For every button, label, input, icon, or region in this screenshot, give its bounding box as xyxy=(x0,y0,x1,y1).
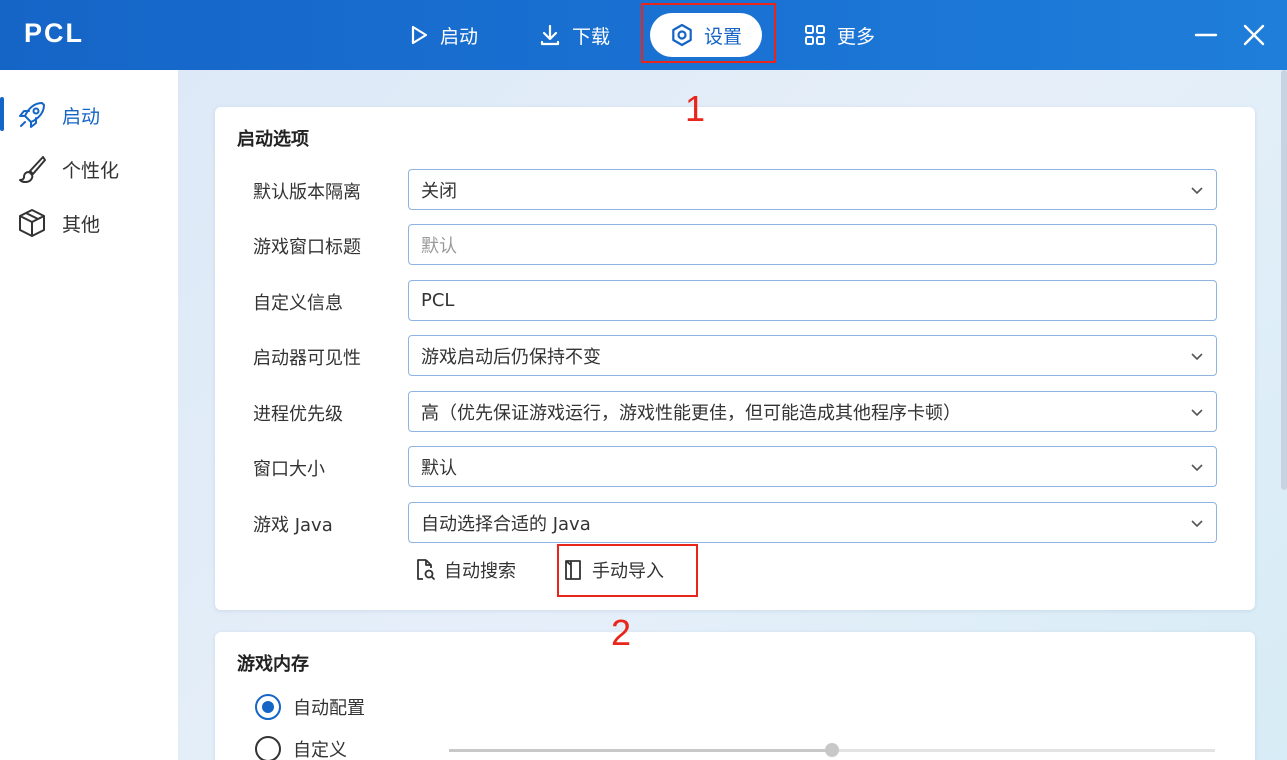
nav-launch-label: 启动 xyxy=(440,25,479,48)
sidebar-item-label: 启动 xyxy=(62,105,101,128)
radio-label: 自定义 xyxy=(293,740,347,760)
auto-search-label: 自动搜索 xyxy=(444,561,516,582)
brush-icon xyxy=(19,156,46,184)
nav-more[interactable]: 更多 xyxy=(803,11,875,59)
nav-download-label: 下载 xyxy=(572,25,611,48)
nav-download[interactable]: 下载 xyxy=(538,11,610,59)
grid-icon xyxy=(805,25,825,45)
chevron-down-icon xyxy=(1191,464,1203,472)
field-value: PCL xyxy=(421,290,455,311)
memory-custom-radio[interactable]: 自定义 xyxy=(255,736,347,760)
app-logo: PCL xyxy=(24,18,84,48)
row-label: 窗口大小 xyxy=(253,459,325,480)
sidebar-item-launch[interactable]: 启动 xyxy=(0,92,178,138)
annotation-number-2: 2 xyxy=(611,612,632,653)
annotation-box-2 xyxy=(557,544,698,597)
memory-slider[interactable] xyxy=(449,743,1215,757)
field-value: 游戏启动后仍保持不变 xyxy=(421,346,601,368)
play-icon xyxy=(411,25,428,45)
row-label: 启动器可见性 xyxy=(253,348,361,369)
slider-fill xyxy=(449,749,832,752)
scrollbar[interactable] xyxy=(1281,70,1287,490)
slider-thumb[interactable] xyxy=(825,743,839,757)
card-title: 游戏内存 xyxy=(237,654,309,675)
custom-info-input[interactable]: PCL xyxy=(408,280,1217,321)
memory-auto-radio[interactable]: 自动配置 xyxy=(255,694,365,720)
radio-circle xyxy=(255,736,281,760)
launcher-visibility-select[interactable]: 游戏启动后仍保持不变 xyxy=(408,335,1217,376)
close-button[interactable] xyxy=(1239,20,1269,50)
java-select[interactable]: 自动选择合适的 Java xyxy=(408,502,1217,543)
version-isolation-select[interactable]: 关闭 xyxy=(408,169,1217,210)
annotation-number-1: 1 xyxy=(685,88,706,129)
field-value: 高（优先保证游戏运行，游戏性能更佳，但可能造成其他程序卡顿） xyxy=(421,402,961,424)
row-label: 默认版本隔离 xyxy=(253,182,361,203)
row-label: 游戏窗口标题 xyxy=(253,237,361,258)
close-icon xyxy=(1243,24,1265,46)
sidebar: 启动 个性化 其他 xyxy=(0,70,178,760)
row-label: 进程优先级 xyxy=(253,404,343,425)
window-size-select[interactable]: 默认 xyxy=(408,446,1217,487)
field-placeholder: 默认 xyxy=(421,235,457,257)
radio-label: 自动配置 xyxy=(293,698,365,719)
download-icon xyxy=(540,24,560,46)
main-content: 启动选项 默认版本隔离 关闭 游戏窗口标题 默认 自定义信息 PCL 启动器可见… xyxy=(178,70,1287,760)
chevron-down-icon xyxy=(1191,187,1203,195)
minimize-icon xyxy=(1194,33,1218,37)
nav-launch[interactable]: 启动 xyxy=(408,11,478,59)
annotation-box-1 xyxy=(641,3,776,63)
field-value: 自动选择合适的 Java xyxy=(421,513,591,535)
row-label: 游戏 Java xyxy=(253,515,333,536)
field-value: 关闭 xyxy=(421,180,457,202)
row-label: 自定义信息 xyxy=(253,293,343,314)
sidebar-item-other[interactable]: 其他 xyxy=(0,200,178,246)
radio-circle xyxy=(255,694,281,720)
rocket-icon xyxy=(19,102,45,128)
memory-card: 游戏内存 自动配置 自定义 xyxy=(215,632,1255,760)
sidebar-item-personalize[interactable]: 个性化 xyxy=(0,146,178,192)
auto-search-button[interactable]: 自动搜索 xyxy=(414,557,516,583)
file-search-icon xyxy=(417,559,435,580)
card-title: 启动选项 xyxy=(237,129,309,150)
sidebar-item-label: 个性化 xyxy=(62,159,120,182)
chevron-down-icon xyxy=(1191,409,1203,417)
process-priority-select[interactable]: 高（优先保证游戏运行，游戏性能更佳，但可能造成其他程序卡顿） xyxy=(408,391,1217,432)
minimize-button[interactable] xyxy=(1191,20,1221,50)
chevron-down-icon xyxy=(1191,520,1203,528)
window-title-input[interactable]: 默认 xyxy=(408,224,1217,265)
nav-more-label: 更多 xyxy=(837,25,876,48)
box-icon xyxy=(19,209,45,237)
chevron-down-icon xyxy=(1191,353,1203,361)
launch-options-card: 启动选项 默认版本隔离 关闭 游戏窗口标题 默认 自定义信息 PCL 启动器可见… xyxy=(215,107,1255,610)
field-value: 默认 xyxy=(421,457,457,479)
sidebar-item-label: 其他 xyxy=(62,213,101,236)
